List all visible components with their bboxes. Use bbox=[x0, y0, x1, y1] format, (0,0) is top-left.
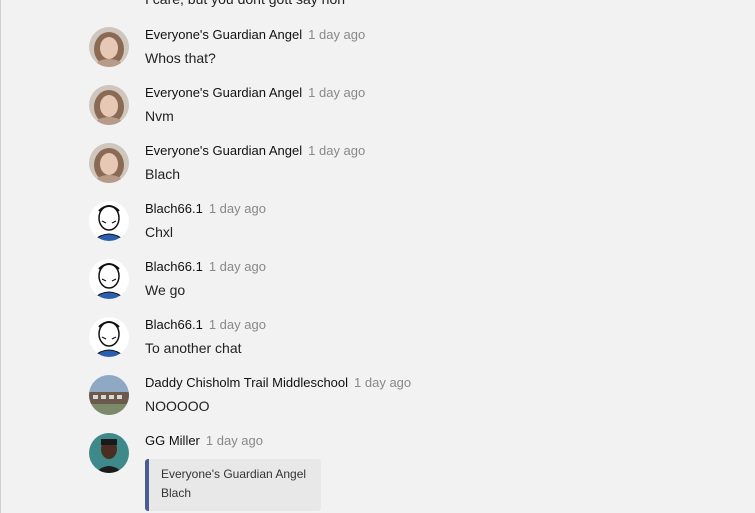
message-item: Daddy Chisholm Trail Middleschool 1 day a… bbox=[89, 375, 729, 431]
message-timestamp: 1 day ago bbox=[208, 201, 266, 216]
message-item: GG Miller 1 day ago Everyone's Guardian A… bbox=[89, 433, 729, 513]
message-item: Everyone's Guardian Angel 1 day ago Nvm bbox=[89, 85, 729, 141]
message-timestamp: 1 day ago bbox=[354, 375, 412, 390]
sketch-face-avatar[interactable] bbox=[89, 201, 129, 241]
message-timestamp: 1 day ago bbox=[308, 27, 366, 42]
message-text: NOOOOO bbox=[145, 398, 210, 414]
message-timestamp: 1 day ago bbox=[205, 433, 263, 448]
message-text: To another chat bbox=[145, 340, 242, 356]
sketch-face-avatar[interactable] bbox=[89, 317, 129, 357]
message-author[interactable]: Everyone's Guardian Angel bbox=[145, 27, 302, 42]
message-author[interactable]: Blach66.1 bbox=[145, 259, 203, 274]
message-item: Blach66.1 1 day ago We go bbox=[89, 259, 729, 315]
sketch-face-avatar[interactable] bbox=[89, 259, 129, 299]
quote-author: Everyone's Guardian Angel bbox=[161, 467, 307, 481]
message-timestamp: 1 day ago bbox=[308, 143, 366, 158]
person-avatar[interactable] bbox=[89, 433, 129, 473]
message-author[interactable]: Blach66.1 bbox=[145, 317, 203, 332]
angel-avatar[interactable] bbox=[89, 143, 129, 183]
angel-avatar[interactable] bbox=[89, 85, 129, 125]
quote-text: Blach bbox=[161, 486, 192, 500]
message-item: Everyone's Guardian Angel 1 day ago Whos … bbox=[89, 27, 729, 83]
reply-quote[interactable]: Everyone's Guardian Angel Blach bbox=[145, 459, 321, 511]
message-timestamp: 1 day ago bbox=[208, 259, 266, 274]
message-text: I care, but you dont gott say hoh bbox=[145, 0, 345, 8]
message-item: Blach66.1 1 day ago Chxl bbox=[89, 201, 729, 257]
message-text: Blach bbox=[145, 166, 181, 182]
message-author[interactable]: Blach66.1 bbox=[145, 201, 203, 216]
message-text: Nvm bbox=[145, 108, 174, 124]
message-timestamp: 1 day ago bbox=[208, 317, 266, 332]
message-text: Chxl bbox=[145, 224, 174, 240]
chat-pane[interactable]: I care, but you dont gott say hoh Everyo… bbox=[0, 0, 755, 513]
message-item: Blach66.1 1 day ago To another chat bbox=[89, 317, 729, 373]
school-building-avatar[interactable] bbox=[89, 375, 129, 415]
message-author[interactable]: Everyone's Guardian Angel bbox=[145, 143, 302, 158]
message-author[interactable]: GG Miller bbox=[145, 433, 200, 448]
message-author[interactable]: Everyone's Guardian Angel bbox=[145, 85, 302, 100]
message-text: Whos that? bbox=[145, 50, 216, 66]
angel-avatar[interactable] bbox=[89, 27, 129, 67]
message-timestamp: 1 day ago bbox=[308, 85, 366, 100]
message-text: We go bbox=[145, 282, 186, 298]
message-author[interactable]: Daddy Chisholm Trail Middleschool bbox=[145, 375, 348, 390]
message-item: Everyone's Guardian Angel 1 day ago Blach bbox=[89, 143, 729, 199]
